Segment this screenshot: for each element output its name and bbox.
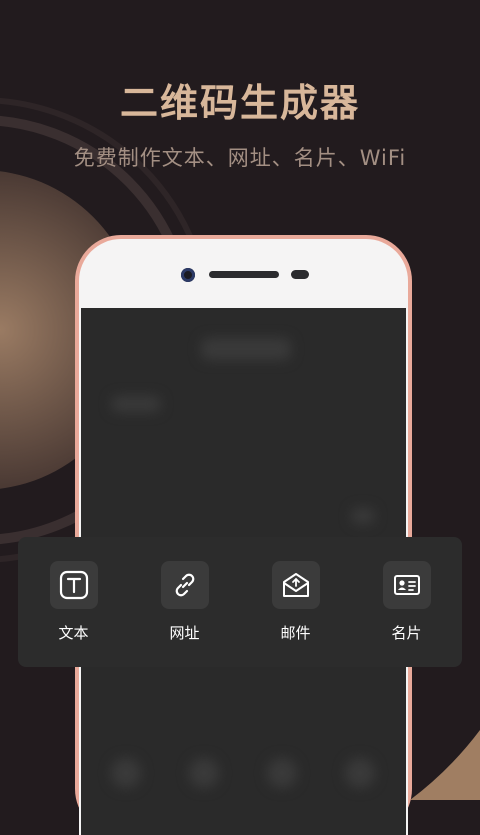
blurred-tab-1 — [111, 758, 141, 788]
tool-panel: 文本 网址 邮件 名片 — [18, 537, 462, 667]
tool-mail-label: 邮件 — [280, 624, 311, 642]
camera-icon — [181, 268, 195, 282]
blurred-tab-3 — [267, 758, 297, 788]
mail-icon — [271, 561, 320, 609]
blurred-tab-4 — [345, 758, 375, 788]
contact-card-icon — [382, 561, 431, 609]
tool-mail[interactable]: 邮件 — [251, 561, 341, 643]
page-title: 二维码生成器 — [119, 81, 360, 125]
sensor-icon — [291, 270, 309, 279]
text-t-icon — [49, 561, 98, 609]
blurred-text — [111, 396, 161, 412]
blurred-tab-2 — [189, 758, 219, 788]
page-subtitle: 免费制作文本、网址、名片、WiFi — [73, 146, 407, 170]
tool-text-label: 文本 — [58, 624, 89, 642]
tool-url-label: 网址 — [169, 624, 200, 642]
tool-url[interactable]: 网址 — [140, 561, 230, 643]
tool-card[interactable]: 名片 — [362, 561, 452, 643]
speaker-grille — [209, 271, 279, 278]
tool-text[interactable]: 文本 — [29, 561, 119, 643]
link-icon — [160, 561, 209, 609]
tool-card-label: 名片 — [391, 624, 422, 642]
corner-decoration — [410, 730, 480, 800]
blurred-icon — [351, 508, 375, 524]
phone-mockup — [75, 235, 412, 835]
blurred-header — [201, 338, 291, 360]
